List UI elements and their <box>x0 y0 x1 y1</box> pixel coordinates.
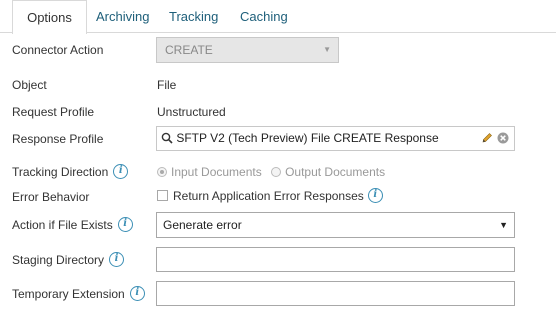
tab-caching[interactable]: Caching <box>240 0 288 33</box>
radio-input-documents-label: Input Documents <box>171 165 262 179</box>
temporary-extension-text: Temporary Extension <box>12 287 125 301</box>
connector-action-label: Connector Action <box>12 43 104 57</box>
info-icon[interactable]: i <box>109 252 125 268</box>
tracking-direction-options: Input Documents Output Documents <box>157 165 391 179</box>
response-profile-field[interactable]: SFTP V2 (Tech Preview) File CREATE Respo… <box>156 126 515 151</box>
tracking-direction-label: Tracking Direction i <box>12 164 129 180</box>
action-if-file-exists-select[interactable]: Generate error ▼ <box>156 212 515 238</box>
return-errors-label: Return Application Error Responses <box>173 189 364 203</box>
error-behavior-option[interactable]: Return Application Error Responses i <box>157 188 383 204</box>
response-profile-label: Response Profile <box>12 132 104 146</box>
radio-output-documents-label: Output Documents <box>285 165 386 179</box>
action-if-file-exists-label: Action if File Exists i <box>12 217 133 233</box>
request-profile-label: Request Profile <box>12 105 95 119</box>
action-if-file-exists-value: Generate error <box>163 218 242 232</box>
temporary-extension-input[interactable] <box>156 281 515 306</box>
connector-action-value: CREATE <box>165 43 213 57</box>
tab-options[interactable]: Options <box>12 0 87 34</box>
radio-unchecked-icon <box>271 166 282 177</box>
temporary-extension-label: Temporary Extension i <box>12 286 145 302</box>
staging-directory-text: Staging Directory <box>12 253 105 267</box>
pencil-icon[interactable] <box>481 132 493 144</box>
staging-directory-input[interactable] <box>156 247 515 272</box>
chevron-down-icon: ▼ <box>323 45 331 54</box>
info-icon[interactable]: i <box>117 217 133 233</box>
search-icon <box>161 132 173 144</box>
radio-checked-icon <box>157 166 167 177</box>
action-if-file-exists-text: Action if File Exists <box>12 218 113 232</box>
connector-action-select: CREATE ▼ <box>156 37 339 63</box>
info-icon[interactable]: i <box>113 164 129 180</box>
tab-bar: Options Archiving Tracking Caching <box>0 0 556 34</box>
return-errors-checkbox[interactable] <box>157 190 168 202</box>
request-profile-value: Unstructured <box>157 105 226 119</box>
tab-tracking[interactable]: Tracking <box>169 0 218 33</box>
clear-icon[interactable] <box>497 132 509 144</box>
response-profile-value: SFTP V2 (Tech Preview) File CREATE Respo… <box>176 131 439 145</box>
error-behavior-label: Error Behavior <box>12 190 90 204</box>
radio-input-documents[interactable]: Input Documents <box>157 165 262 179</box>
tracking-direction-text: Tracking Direction <box>12 165 109 179</box>
info-icon[interactable]: i <box>367 188 383 204</box>
radio-output-documents[interactable]: Output Documents <box>271 165 385 179</box>
object-value: File <box>157 78 177 92</box>
info-icon[interactable]: i <box>129 286 145 302</box>
object-label: Object <box>12 78 47 92</box>
chevron-down-icon: ▼ <box>499 220 508 230</box>
tab-archiving[interactable]: Archiving <box>96 0 149 33</box>
staging-directory-label: Staging Directory i <box>12 252 125 268</box>
